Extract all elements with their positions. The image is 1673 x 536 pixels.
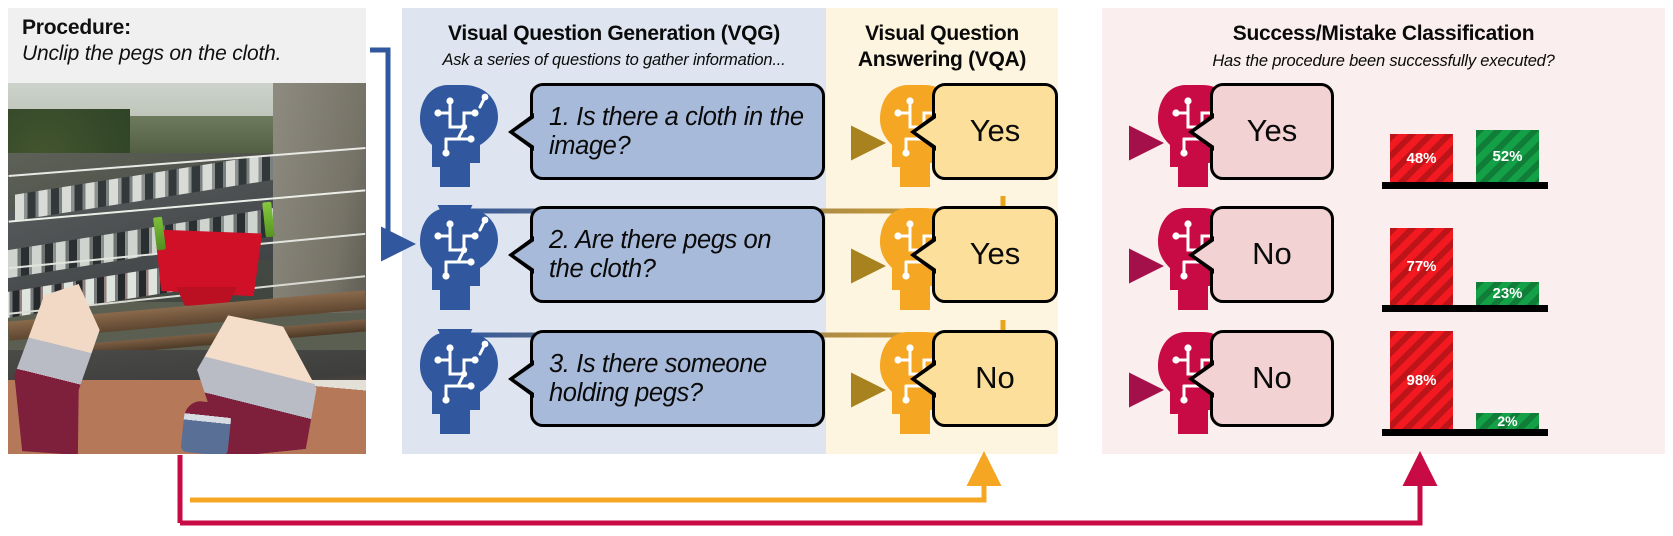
vqg-question-text-3: 3. Is there someone holding pegs? bbox=[549, 349, 767, 407]
connector-bottom-classification-loop bbox=[180, 450, 1438, 526]
mistake-bar-2: 77% bbox=[1390, 228, 1453, 305]
success-bar-1: 52% bbox=[1476, 130, 1539, 182]
connector-image-to-vqg bbox=[370, 47, 417, 262]
vqa-answer-text-2: Yes bbox=[969, 236, 1021, 272]
bubble-tail-fill bbox=[1194, 117, 1214, 146]
bubble-tail-fill bbox=[916, 364, 936, 393]
vqa-answer-text-3: No bbox=[975, 360, 1015, 396]
bubble-tail-fill bbox=[514, 240, 534, 269]
vqa-answer-bubble-2[interactable]: Yes bbox=[910, 206, 1058, 303]
vqa-answer-bubble-3[interactable]: No bbox=[910, 330, 1058, 427]
mistake-bar-3: 98% bbox=[1390, 331, 1453, 429]
vqg-question-bubble-2[interactable]: 2. Are there pegs on the cloth? bbox=[508, 206, 825, 303]
chart-baseline-3 bbox=[1382, 429, 1548, 436]
vqa-answer-text-1: Yes bbox=[969, 113, 1021, 149]
bubble-tail-fill bbox=[916, 240, 936, 269]
vqg-question-text-2: 2. Are there pegs on the cloth? bbox=[549, 225, 772, 283]
vqg-question-text-1: 1. Is there a cloth in the image? bbox=[549, 102, 804, 160]
chart-baseline-2 bbox=[1382, 305, 1548, 312]
success-bar-label-1: 52% bbox=[1492, 147, 1523, 165]
classification-verdict-bubble-1[interactable]: Yes bbox=[1188, 83, 1334, 180]
mistake-bar-label-3: 98% bbox=[1406, 371, 1437, 389]
success-bar-3: 2% bbox=[1476, 413, 1539, 429]
ai-brain-head-icon bbox=[420, 332, 498, 434]
bubble-tail-fill bbox=[1194, 364, 1214, 393]
vqg-question-bubble-1[interactable]: 1. Is there a cloth in the image? bbox=[508, 83, 825, 180]
confidence-chart-2: 77% 23% bbox=[1382, 206, 1548, 312]
ai-brain-head-icon bbox=[420, 208, 498, 310]
bubble-tail-fill bbox=[514, 364, 534, 393]
mistake-bar-label-2: 77% bbox=[1406, 258, 1437, 275]
vqg-head-icon-1 bbox=[418, 83, 502, 187]
classification-verdict-text-1: Yes bbox=[1246, 113, 1298, 149]
diagram-canvas: Procedure: Unclip the pegs on the cloth.… bbox=[0, 0, 1673, 536]
classification-verdict-text-2: No bbox=[1252, 236, 1292, 272]
vqg-question-bubble-3[interactable]: 3. Is there someone holding pegs? bbox=[508, 330, 825, 427]
classification-verdict-bubble-3[interactable]: No bbox=[1188, 330, 1334, 427]
confidence-chart-3: 98% 2% bbox=[1382, 330, 1548, 436]
confidence-chart-1: 48% 52% bbox=[1382, 83, 1548, 189]
bubble-tail-fill bbox=[514, 117, 534, 146]
ai-brain-head-icon bbox=[420, 85, 498, 187]
bubble-tail-fill bbox=[1194, 240, 1214, 269]
success-bar-label-2: 23% bbox=[1492, 285, 1523, 302]
mistake-bar-label-1: 48% bbox=[1406, 149, 1437, 167]
mistake-bar-1: 48% bbox=[1390, 134, 1453, 182]
bubble-tail-fill bbox=[916, 117, 936, 146]
connector-bottom-vqa-loop bbox=[190, 450, 1002, 503]
vqa-answer-bubble-1[interactable]: Yes bbox=[910, 83, 1058, 180]
chart-baseline-1 bbox=[1382, 182, 1548, 189]
success-bar-2: 23% bbox=[1476, 282, 1539, 305]
classification-verdict-bubble-2[interactable]: No bbox=[1188, 206, 1334, 303]
vqg-head-icon-2 bbox=[418, 206, 502, 310]
vqg-head-icon-3 bbox=[418, 330, 502, 434]
success-bar-label-3: 2% bbox=[1497, 413, 1518, 429]
classification-verdict-text-3: No bbox=[1252, 360, 1292, 396]
